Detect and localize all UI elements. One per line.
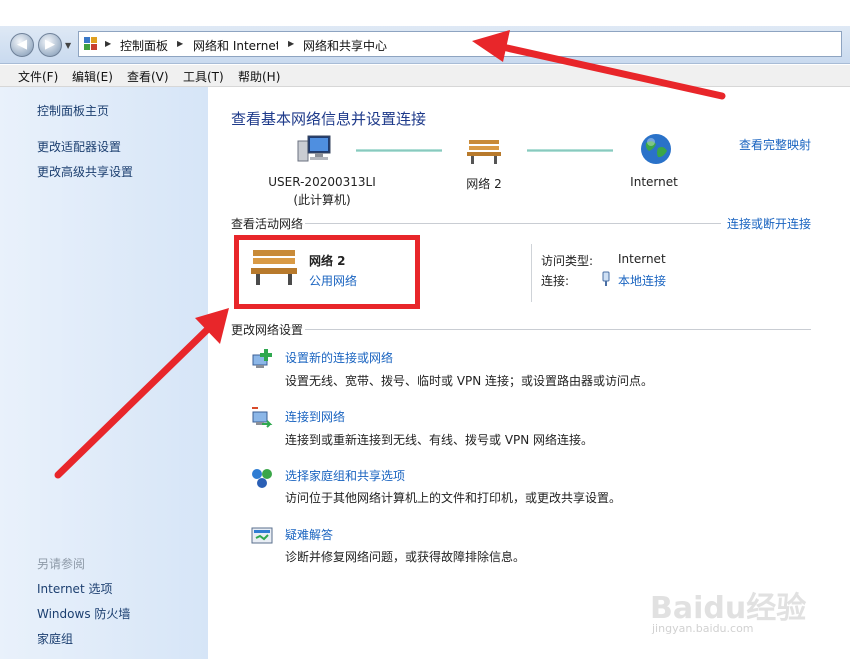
troubleshoot-link[interactable]: 疑难解答	[285, 526, 333, 543]
baidu-watermark-url: jingyan.baidu.com	[652, 622, 754, 635]
page-title: 查看基本网络信息并设置连接	[231, 110, 427, 128]
access-type-value: Internet	[618, 252, 666, 266]
ethernet-icon	[602, 271, 610, 286]
homegroup-icon	[252, 469, 272, 488]
annotation-box	[234, 235, 420, 309]
internet-globe-icon	[641, 134, 671, 164]
history-dropdown-icon[interactable]: ▼	[65, 41, 71, 50]
breadcrumb-arrow-icon: ▶	[288, 39, 295, 48]
homegroup-sharing-desc: 访问位于其他网络计算机上的文件和打印机，或更改共享设置。	[285, 491, 622, 505]
sidebar-control-panel-home[interactable]: 控制面板主页	[37, 102, 109, 119]
address-bar: ◀ ▶ ▼ ▶ 控制面板 ▶ 网络和 Internet ▶ 网络和共享中心	[0, 26, 850, 64]
sidebar-windows-firewall[interactable]: Windows 防火墙	[37, 605, 130, 622]
connect-disconnect-link[interactable]: 连接或断开连接	[727, 215, 811, 232]
setup-connection-desc: 设置无线、宽带、拨号、临时或 VPN 连接；或设置路由器或访问点。	[285, 374, 654, 388]
sidebar-change-adapter-settings[interactable]: 更改适配器设置	[37, 138, 121, 155]
connect-to-network-link[interactable]: 连接到网络	[285, 408, 345, 425]
vertical-divider	[531, 244, 532, 302]
back-button[interactable]: ◀	[10, 33, 34, 57]
computer-icon	[297, 135, 331, 162]
menu-tools[interactable]: 工具(T)	[183, 68, 224, 85]
connect-network-icon	[252, 407, 273, 428]
menu-bar: 文件(F) 编辑(E) 查看(V) 工具(T) 帮助(H)	[0, 65, 850, 87]
control-panel-icon	[84, 37, 98, 51]
this-computer-label: (此计算机)	[293, 193, 351, 207]
troubleshoot-icon	[251, 527, 273, 544]
breadcrumb-arrow-icon: ▶	[105, 39, 112, 48]
breadcrumb-network-sharing-center[interactable]: 网络和共享中心	[303, 37, 387, 54]
troubleshoot-desc: 诊断并修复网络问题，或获得故障排除信息。	[285, 550, 526, 564]
view-full-map-link[interactable]: 查看完整映射	[739, 136, 811, 153]
forward-button[interactable]: ▶	[38, 33, 62, 57]
homegroup-sharing-link[interactable]: 选择家庭组和共享选项	[285, 467, 405, 484]
address-field[interactable]: ▶ 控制面板 ▶ 网络和 Internet ▶ 网络和共享中心	[78, 31, 842, 57]
computer-name-label: USER-20200313LI	[268, 175, 376, 189]
active-networks-heading: 查看活动网络	[231, 217, 304, 231]
sidebar-internet-options[interactable]: Internet 选项	[37, 580, 112, 597]
sidebar: 控制面板主页 更改适配器设置 更改高级共享设置 另请参阅 Internet 选项…	[0, 87, 208, 659]
access-type-label: 访问类型:	[541, 254, 594, 268]
section-divider	[305, 223, 721, 224]
baidu-watermark: Baidu经验	[650, 591, 807, 626]
local-connection-link[interactable]: 本地连接	[618, 272, 666, 289]
breadcrumb-network-internet[interactable]: 网络和 Internet	[193, 37, 278, 54]
change-settings-heading: 更改网络设置	[231, 323, 304, 337]
connection-label: 连接:	[541, 274, 570, 288]
menu-help[interactable]: 帮助(H)	[238, 68, 280, 85]
sidebar-homegroup[interactable]: 家庭组	[37, 630, 73, 647]
map-link-line	[356, 149, 442, 152]
see-also-heading: 另请参阅	[37, 557, 86, 571]
section-divider	[305, 329, 811, 330]
menu-file[interactable]: 文件(F)	[18, 68, 58, 85]
arrow-left-icon: ◀	[17, 37, 27, 52]
sidebar-change-advanced-sharing[interactable]: 更改高级共享设置	[37, 163, 133, 180]
network-node-label[interactable]: 网络 2	[452, 175, 516, 192]
menu-view[interactable]: 查看(V)	[127, 68, 169, 85]
new-connection-icon	[252, 349, 272, 368]
breadcrumb-arrow-icon: ▶	[177, 39, 184, 48]
map-link-line	[527, 149, 613, 152]
arrow-right-icon: ▶	[45, 37, 55, 52]
breadcrumb-control-panel[interactable]: 控制面板	[120, 37, 168, 54]
connect-to-network-desc: 连接到或重新连接到无线、有线、拨号或 VPN 网络连接。	[285, 433, 594, 447]
setup-connection-link[interactable]: 设置新的连接或网络	[285, 349, 393, 366]
menu-edit[interactable]: 编辑(E)	[72, 68, 113, 85]
bench-icon	[467, 140, 501, 164]
internet-node-label[interactable]: Internet	[620, 175, 688, 189]
